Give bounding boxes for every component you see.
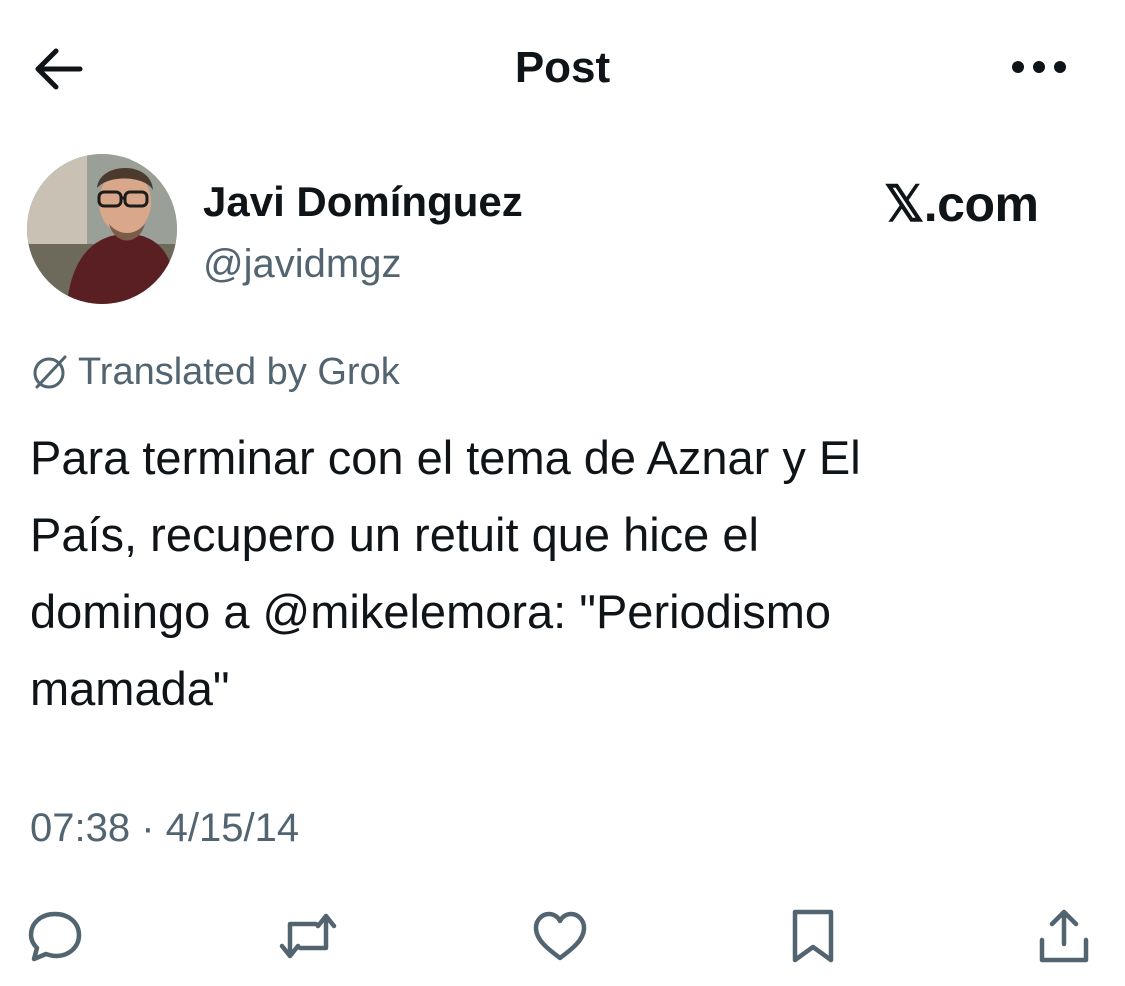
avatar[interactable] <box>27 154 177 304</box>
post-text-line: Para terminar con el tema de Aznar y El <box>30 431 861 484</box>
bookmark-button[interactable] <box>781 904 845 968</box>
post-timestamp[interactable]: 07:38 · 4/15/14 <box>30 802 299 854</box>
translation-note[interactable]: Translated by Grok <box>30 348 400 396</box>
page-title: Post <box>514 43 611 92</box>
post-text: Para terminar con el tema de Aznar y El … <box>30 419 1090 727</box>
more-button[interactable] <box>1006 50 1072 84</box>
reply-button[interactable] <box>23 904 87 968</box>
post-text-line: mamada" <box>30 662 230 715</box>
author-display-name[interactable]: Javi Domínguez <box>203 176 523 228</box>
share-icon <box>1039 909 1089 963</box>
like-button[interactable] <box>528 904 592 968</box>
more-icon <box>1012 61 1066 73</box>
like-icon <box>533 911 587 961</box>
bookmark-icon <box>792 909 834 963</box>
share-button[interactable] <box>1032 904 1096 968</box>
repost-icon <box>279 913 337 959</box>
avatar-photo <box>27 154 177 304</box>
reply-icon <box>28 911 82 962</box>
author-handle[interactable]: @javidmgz <box>203 239 401 289</box>
translation-note-label: Translated by Grok <box>78 351 400 393</box>
post-text-line: País, recupero un retuit que hice el <box>30 508 759 561</box>
repost-button[interactable] <box>276 904 340 968</box>
grok-icon <box>33 355 67 389</box>
x-com-watermark: 𝕏.com <box>884 176 1039 232</box>
post-text-line: domingo a @mikelemora: "Periodismo <box>30 585 832 638</box>
